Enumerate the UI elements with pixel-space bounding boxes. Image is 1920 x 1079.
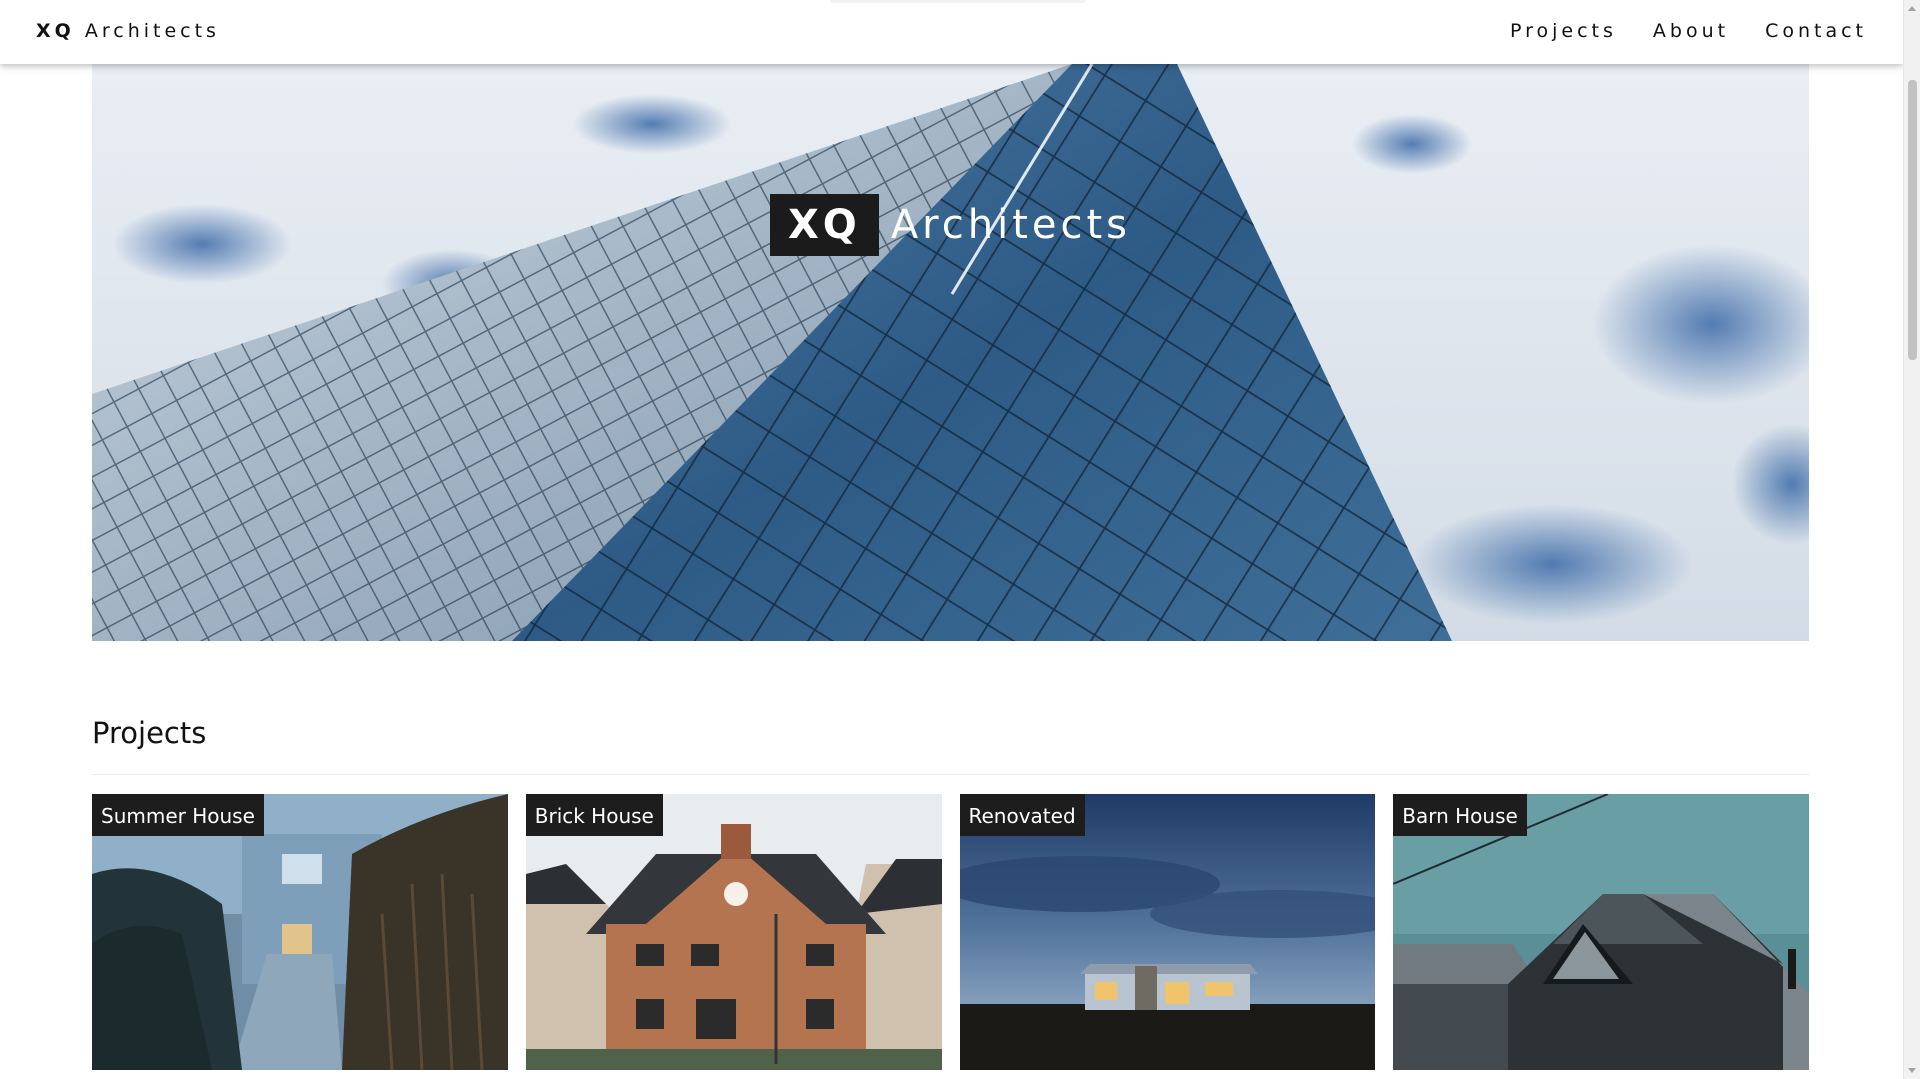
- brand-text: Architects: [84, 20, 220, 42]
- scroll-up-icon[interactable]: [1908, 6, 1916, 11]
- scroll-indicator: [830, 0, 1086, 3]
- nav-link-contact[interactable]: Contact: [1765, 20, 1867, 42]
- projects-heading: Projects: [92, 716, 207, 750]
- project-label: Summer House: [92, 794, 264, 836]
- hero-title-bold: XQ: [769, 194, 879, 256]
- hero-banner: XQ Architects: [92, 64, 1809, 641]
- scrollbar-thumb[interactable]: [1908, 80, 1917, 360]
- scroll-down-icon[interactable]: [1908, 1068, 1916, 1073]
- hero-title: XQ Architects: [92, 194, 1809, 256]
- hero-image: [92, 64, 1809, 641]
- project-card-barn-house[interactable]: Barn House: [1393, 794, 1809, 1070]
- brand-bold: XQ: [36, 20, 75, 42]
- hero-title-text: Architects: [890, 202, 1132, 248]
- projects-grid: Summer House Brick House Renovated Barn …: [92, 794, 1809, 1070]
- project-card-renovated[interactable]: Renovated: [959, 794, 1376, 1070]
- project-card-brick-house[interactable]: Brick House: [525, 794, 942, 1070]
- nav-link-projects[interactable]: Projects: [1510, 20, 1617, 42]
- project-label: Barn House: [1393, 794, 1527, 836]
- nav-link-about[interactable]: About: [1653, 20, 1729, 42]
- project-card-summer-house[interactable]: Summer House: [92, 794, 508, 1070]
- nav-links: Projects About Contact: [1474, 20, 1867, 42]
- brand-link[interactable]: XQ Architects: [36, 20, 220, 42]
- project-label: Renovated: [959, 794, 1085, 836]
- section-divider: [92, 774, 1809, 775]
- page-scrollbar[interactable]: [1903, 0, 1920, 1079]
- top-navbar: XQ Architects Projects About Contact: [0, 0, 1903, 64]
- project-label: Brick House: [525, 794, 663, 836]
